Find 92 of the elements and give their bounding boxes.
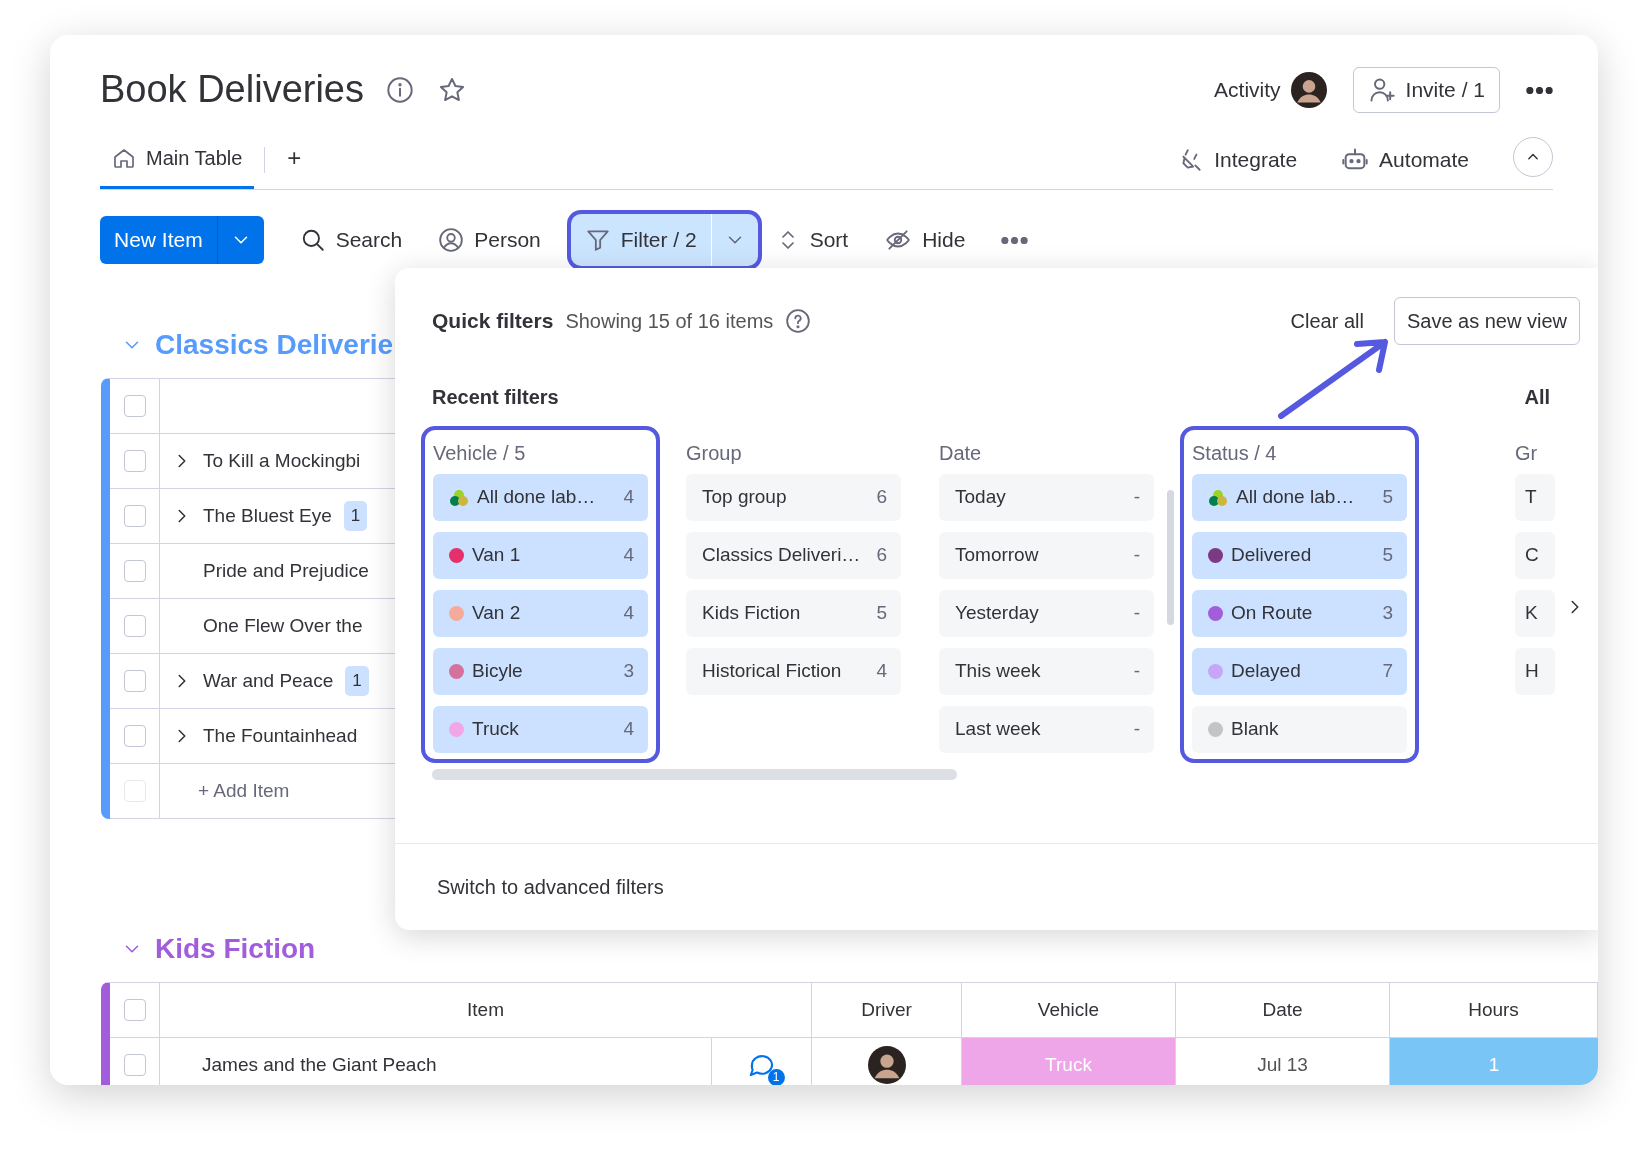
checkbox[interactable]: [123, 395, 146, 417]
view-tab[interactable]: Main Table: [100, 130, 255, 189]
add-person-icon: [1367, 76, 1396, 104]
filter-option[interactable]: H: [1515, 648, 1555, 695]
search-button[interactable]: Search: [299, 224, 403, 256]
save-view-button[interactable]: Save as new view: [1393, 297, 1580, 345]
subitem-count[interactable]: 1: [345, 666, 369, 696]
section-heading: Recent filters: [432, 385, 559, 410]
avatar-icon: [867, 1046, 906, 1084]
section-heading: All: [1524, 385, 1550, 410]
filter-option[interactable]: Van 1 4: [433, 532, 648, 579]
filter-option[interactable]: Delivered 5: [1192, 532, 1407, 579]
filter-option[interactable]: T: [1515, 474, 1555, 521]
checkbox[interactable]: [123, 725, 146, 747]
checkbox[interactable]: [123, 670, 146, 692]
hidden-eye-icon: [884, 227, 913, 253]
item-name[interactable]: To Kill a Mockingbi: [203, 446, 361, 476]
integrate-button[interactable]: Integrate: [1178, 143, 1298, 176]
item-name[interactable]: The Bluest Eye: [203, 501, 332, 531]
checkbox[interactable]: [123, 999, 146, 1021]
status-cluster-icon: [449, 488, 469, 507]
filter-column-title: Group: [686, 441, 743, 466]
filter-option[interactable]: K: [1515, 590, 1555, 637]
more-button[interactable]: [1526, 86, 1553, 94]
hours-cell: 1: [1390, 1038, 1598, 1085]
hide-button[interactable]: Hide: [884, 224, 966, 256]
filter-option[interactable]: On Route 3: [1192, 590, 1407, 637]
person-filter-button[interactable]: Person: [438, 224, 541, 256]
item-name[interactable]: War and Peace: [203, 666, 334, 696]
item-name[interactable]: One Flew Over the: [203, 611, 363, 641]
filter-option[interactable]: Blank: [1192, 706, 1407, 753]
add-item-button[interactable]: + Add Item: [198, 776, 290, 806]
filter-option[interactable]: Kids Fiction 5: [686, 590, 901, 637]
filter-option[interactable]: Bicyle 3: [433, 648, 648, 695]
column-header: Date: [1176, 983, 1390, 1038]
filter-option[interactable]: Yesterday -: [939, 590, 1154, 637]
column-header: Item: [160, 983, 812, 1038]
funnel-icon: [584, 227, 611, 253]
filter-option[interactable]: All done lab… 5: [1192, 474, 1407, 521]
filter-option[interactable]: Last week -: [939, 706, 1154, 753]
filter-column-title: Date: [939, 441, 983, 466]
filter-column-title: Vehicle / 5: [433, 441, 527, 466]
info-icon[interactable]: [386, 76, 414, 104]
status-cluster-icon: [1208, 488, 1228, 507]
filter-option[interactable]: All done lab… 4: [433, 474, 648, 521]
person-icon: [438, 227, 465, 253]
filter-column-title: Gr: [1515, 441, 1539, 466]
filter-option[interactable]: Delayed 7: [1192, 648, 1407, 695]
collapse-button[interactable]: [1513, 136, 1553, 177]
activity-button[interactable]: Activity: [1214, 72, 1327, 108]
checkbox[interactable]: [123, 1054, 146, 1076]
filter-option[interactable]: Today -: [939, 474, 1154, 521]
sort-button[interactable]: Sort: [775, 224, 849, 256]
filter-option[interactable]: Historical Fiction 4: [686, 648, 901, 695]
clear-all-button[interactable]: Clear all: [1284, 305, 1370, 337]
filter-option[interactable]: C: [1515, 532, 1555, 579]
checkbox[interactable]: [123, 560, 146, 582]
board-title: Book Deliveries: [100, 67, 364, 113]
group-title[interactable]: Kids Fiction: [155, 928, 316, 970]
column-header: Driver: [812, 983, 962, 1038]
item-name[interactable]: The Fountainhead: [203, 721, 358, 751]
filter-option[interactable]: Top group 6: [686, 474, 901, 521]
invite-button[interactable]: Invite / 1: [1352, 67, 1500, 113]
filter-option[interactable]: Classics Deliveri… 6: [686, 532, 901, 579]
checkbox[interactable]: [123, 505, 146, 527]
count-badge: 1: [767, 1069, 785, 1085]
advanced-filters-link[interactable]: Switch to advanced filters: [437, 872, 664, 902]
item-name[interactable]: Pride and Prejudice: [203, 556, 369, 586]
more-button[interactable]: [1001, 236, 1029, 244]
more-icon: [1526, 86, 1553, 94]
filter-option[interactable]: Truck 4: [433, 706, 648, 753]
add-view-button[interactable]: +: [275, 130, 314, 189]
subitem-count[interactable]: 1: [343, 501, 368, 531]
automate-button[interactable]: Automate: [1341, 143, 1469, 176]
items-summary: Showing 15 of 16 items: [565, 309, 774, 334]
home-icon: [112, 146, 136, 170]
table-cell: James and the Giant Peach: [160, 1038, 712, 1085]
filter-option[interactable]: Tomorrow -: [939, 532, 1154, 579]
checkbox[interactable]: [123, 615, 146, 637]
scrollbar[interactable]: [1167, 490, 1174, 625]
checkbox[interactable]: [123, 450, 146, 472]
scrollbar[interactable]: [432, 769, 957, 780]
filter-option[interactable]: Van 2 4: [433, 590, 648, 637]
star-icon[interactable]: [438, 76, 466, 104]
help-icon: [785, 308, 812, 334]
filter-column-title: Status / 4: [1192, 441, 1278, 466]
new-item-menu-button[interactable]: [216, 216, 264, 264]
avatar-icon: [1290, 72, 1327, 108]
new-item-button[interactable]: New Item: [100, 216, 217, 264]
filter-option[interactable]: This week -: [939, 648, 1154, 695]
panel-title: Quick filters: [432, 308, 554, 335]
more-icon: [1001, 236, 1029, 244]
